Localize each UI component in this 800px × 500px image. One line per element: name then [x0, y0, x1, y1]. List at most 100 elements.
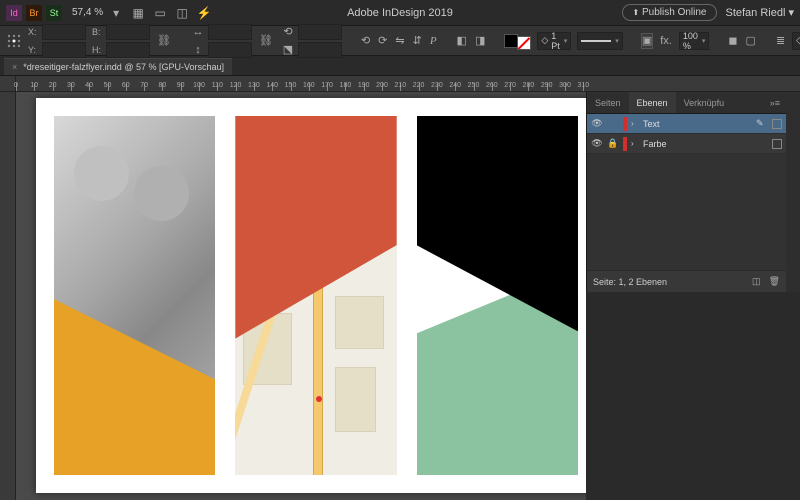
- rotation-field[interactable]: [298, 24, 342, 40]
- panel-tab-strip: Seiten Ebenen Verknüpfu »≡: [587, 92, 786, 114]
- x-position-field[interactable]: [42, 24, 86, 40]
- ruler-tick-label: 120: [230, 82, 242, 89]
- stroke-weight-dropdown[interactable]: ◇ 1 Pt▾: [537, 32, 571, 50]
- flip-h-icon[interactable]: ⇋: [394, 33, 405, 49]
- app-title: Adobe InDesign 2019: [347, 7, 453, 19]
- w-label: B:: [92, 27, 104, 37]
- document-page[interactable]: [36, 98, 586, 493]
- ruler-tick-label: 200: [376, 82, 388, 89]
- shear-icon: ⬔: [280, 42, 296, 58]
- ruler-tick-label: 310: [577, 82, 589, 89]
- layer-row-farbe[interactable]: 👁 🔒 › Farbe: [587, 134, 786, 154]
- vertical-ruler[interactable]: [0, 92, 16, 500]
- panel-menu-icon[interactable]: »≡: [764, 98, 786, 108]
- visibility-toggle-icon[interactable]: 👁: [591, 118, 603, 129]
- ruler-tick-label: 50: [104, 82, 112, 89]
- ruler-tick-label: 0: [14, 82, 18, 89]
- close-tab-icon[interactable]: ×: [12, 62, 17, 72]
- ruler-tick-label: 160: [303, 82, 315, 89]
- menubar-right: ⬆ Publish Online Stefan Riedl ▾: [622, 4, 794, 21]
- p-icon[interactable]: P: [429, 33, 438, 49]
- constrain-proportions-icon[interactable]: ⛓: [156, 33, 172, 49]
- flyer-panel-2[interactable]: [235, 116, 396, 475]
- layer-row-text[interactable]: 👁 › Text ✎: [587, 114, 786, 134]
- user-name[interactable]: Stefan Riedl ▾: [725, 6, 794, 19]
- layer-name[interactable]: Text: [643, 119, 752, 129]
- document-tab-label: *dreseitiger-falzflyer.indd @ 57 % [GPU-…: [23, 62, 224, 72]
- scale-y-field[interactable]: [208, 42, 252, 58]
- ruler-tick-label: 70: [140, 82, 148, 89]
- fill-swatch[interactable]: [504, 34, 518, 48]
- gpu-icon[interactable]: ⚡: [195, 4, 213, 22]
- flyer-panel-3[interactable]: [417, 116, 578, 475]
- ruler-tick-label: 10: [30, 82, 38, 89]
- lock-toggle-icon[interactable]: 🔒: [607, 138, 619, 149]
- arrange-docs-icon[interactable]: ◫: [173, 4, 191, 22]
- layer-color-swatch: [623, 117, 627, 131]
- link-scale-icon[interactable]: ⛓: [258, 33, 274, 49]
- ruler-tick-label: 190: [358, 82, 370, 89]
- ruler-tick-label: 130: [248, 82, 260, 89]
- bridge-app-icon[interactable]: Br: [26, 5, 42, 21]
- layer-target-icon[interactable]: [772, 139, 782, 149]
- menubar-left: Id Br St 57,4 % ▾ ▦ ▭ ◫ ⚡: [6, 4, 213, 22]
- layer-target-icon[interactable]: [772, 119, 782, 129]
- ruler-tick-label: 180: [340, 82, 352, 89]
- ruler-tick-label: 250: [468, 82, 480, 89]
- tab-verknupfungen[interactable]: Verknüpfu: [676, 92, 733, 113]
- screen-mode-icon[interactable]: ▭: [151, 4, 169, 22]
- ruler-tick-label: 260: [486, 82, 498, 89]
- horizontal-ruler[interactable]: 0102030405060708090100110120130140150160…: [0, 76, 800, 92]
- zoom-level[interactable]: 57,4 %: [72, 7, 103, 18]
- shear-field[interactable]: [298, 42, 342, 58]
- expand-arrow-icon[interactable]: ›: [631, 119, 639, 128]
- fill-stroke-swatches[interactable]: [504, 32, 531, 50]
- select-container-icon[interactable]: ◧: [456, 33, 468, 49]
- delete-layer-icon[interactable]: 🗑: [769, 276, 780, 287]
- reference-point-grid[interactable]: [6, 33, 22, 49]
- stroke-style-dropdown[interactable]: ▾: [577, 32, 623, 50]
- drop-shadow-icon[interactable]: ◼: [727, 33, 738, 49]
- tab-ebenen[interactable]: Ebenen: [629, 92, 676, 113]
- select-content-icon[interactable]: ◨: [474, 33, 486, 49]
- width-field[interactable]: [106, 24, 150, 40]
- layer-name[interactable]: Farbe: [643, 139, 768, 149]
- rotate-icon: ⟲: [280, 24, 296, 40]
- document-tab[interactable]: × *dreseitiger-falzflyer.indd @ 57 % [GP…: [4, 58, 232, 75]
- text-wrap-icon[interactable]: ≣: [775, 33, 786, 49]
- h-label: H:: [92, 45, 104, 55]
- new-layer-icon[interactable]: ◫: [752, 276, 761, 287]
- opacity-dropdown[interactable]: 100 %▾: [679, 32, 710, 50]
- auto-fit-icon[interactable]: ▣: [641, 33, 653, 49]
- ruler-tick-label: 210: [394, 82, 406, 89]
- canvas-area[interactable]: [16, 92, 586, 500]
- flyer-panel-1[interactable]: [54, 116, 215, 475]
- height-field[interactable]: [106, 42, 150, 58]
- y-position-field[interactable]: [42, 42, 86, 58]
- ruler-tick-label: 300: [559, 82, 571, 89]
- scale-x-field[interactable]: [208, 24, 252, 40]
- stock-app-icon[interactable]: St: [46, 5, 62, 21]
- chevron-down-icon[interactable]: ▾: [107, 4, 125, 22]
- vertical-scrollbar[interactable]: [786, 92, 800, 292]
- ruler-tick-label: 240: [449, 82, 461, 89]
- document-tab-bar: × *dreseitiger-falzflyer.indd @ 57 % [GP…: [0, 56, 800, 76]
- flip-v-icon[interactable]: ⇵: [412, 33, 423, 49]
- publish-online-button[interactable]: ⬆ Publish Online: [622, 4, 718, 21]
- rotate-ccw-icon[interactable]: ⟲: [360, 33, 371, 49]
- stroke-swatch[interactable]: [517, 36, 531, 50]
- corner-radius-field[interactable]: ◇ 4,233 mm: [792, 32, 800, 50]
- object-style-icon[interactable]: ▢: [745, 33, 757, 49]
- ruler-tick-label: 150: [285, 82, 297, 89]
- tab-seiten[interactable]: Seiten: [587, 92, 629, 113]
- effects-icon[interactable]: fx.: [659, 33, 673, 49]
- expand-arrow-icon[interactable]: ›: [631, 139, 639, 148]
- ruler-tick-label: 90: [177, 82, 185, 89]
- indesign-app-icon[interactable]: Id: [6, 5, 22, 21]
- ruler-tick-label: 280: [523, 82, 535, 89]
- scale-y-icon: ↕: [190, 42, 206, 58]
- view-options-icon[interactable]: ▦: [129, 4, 147, 22]
- rotate-cw-icon[interactable]: ⟳: [377, 33, 388, 49]
- visibility-toggle-icon[interactable]: 👁: [591, 138, 603, 149]
- ruler-tick-label: 30: [67, 82, 75, 89]
